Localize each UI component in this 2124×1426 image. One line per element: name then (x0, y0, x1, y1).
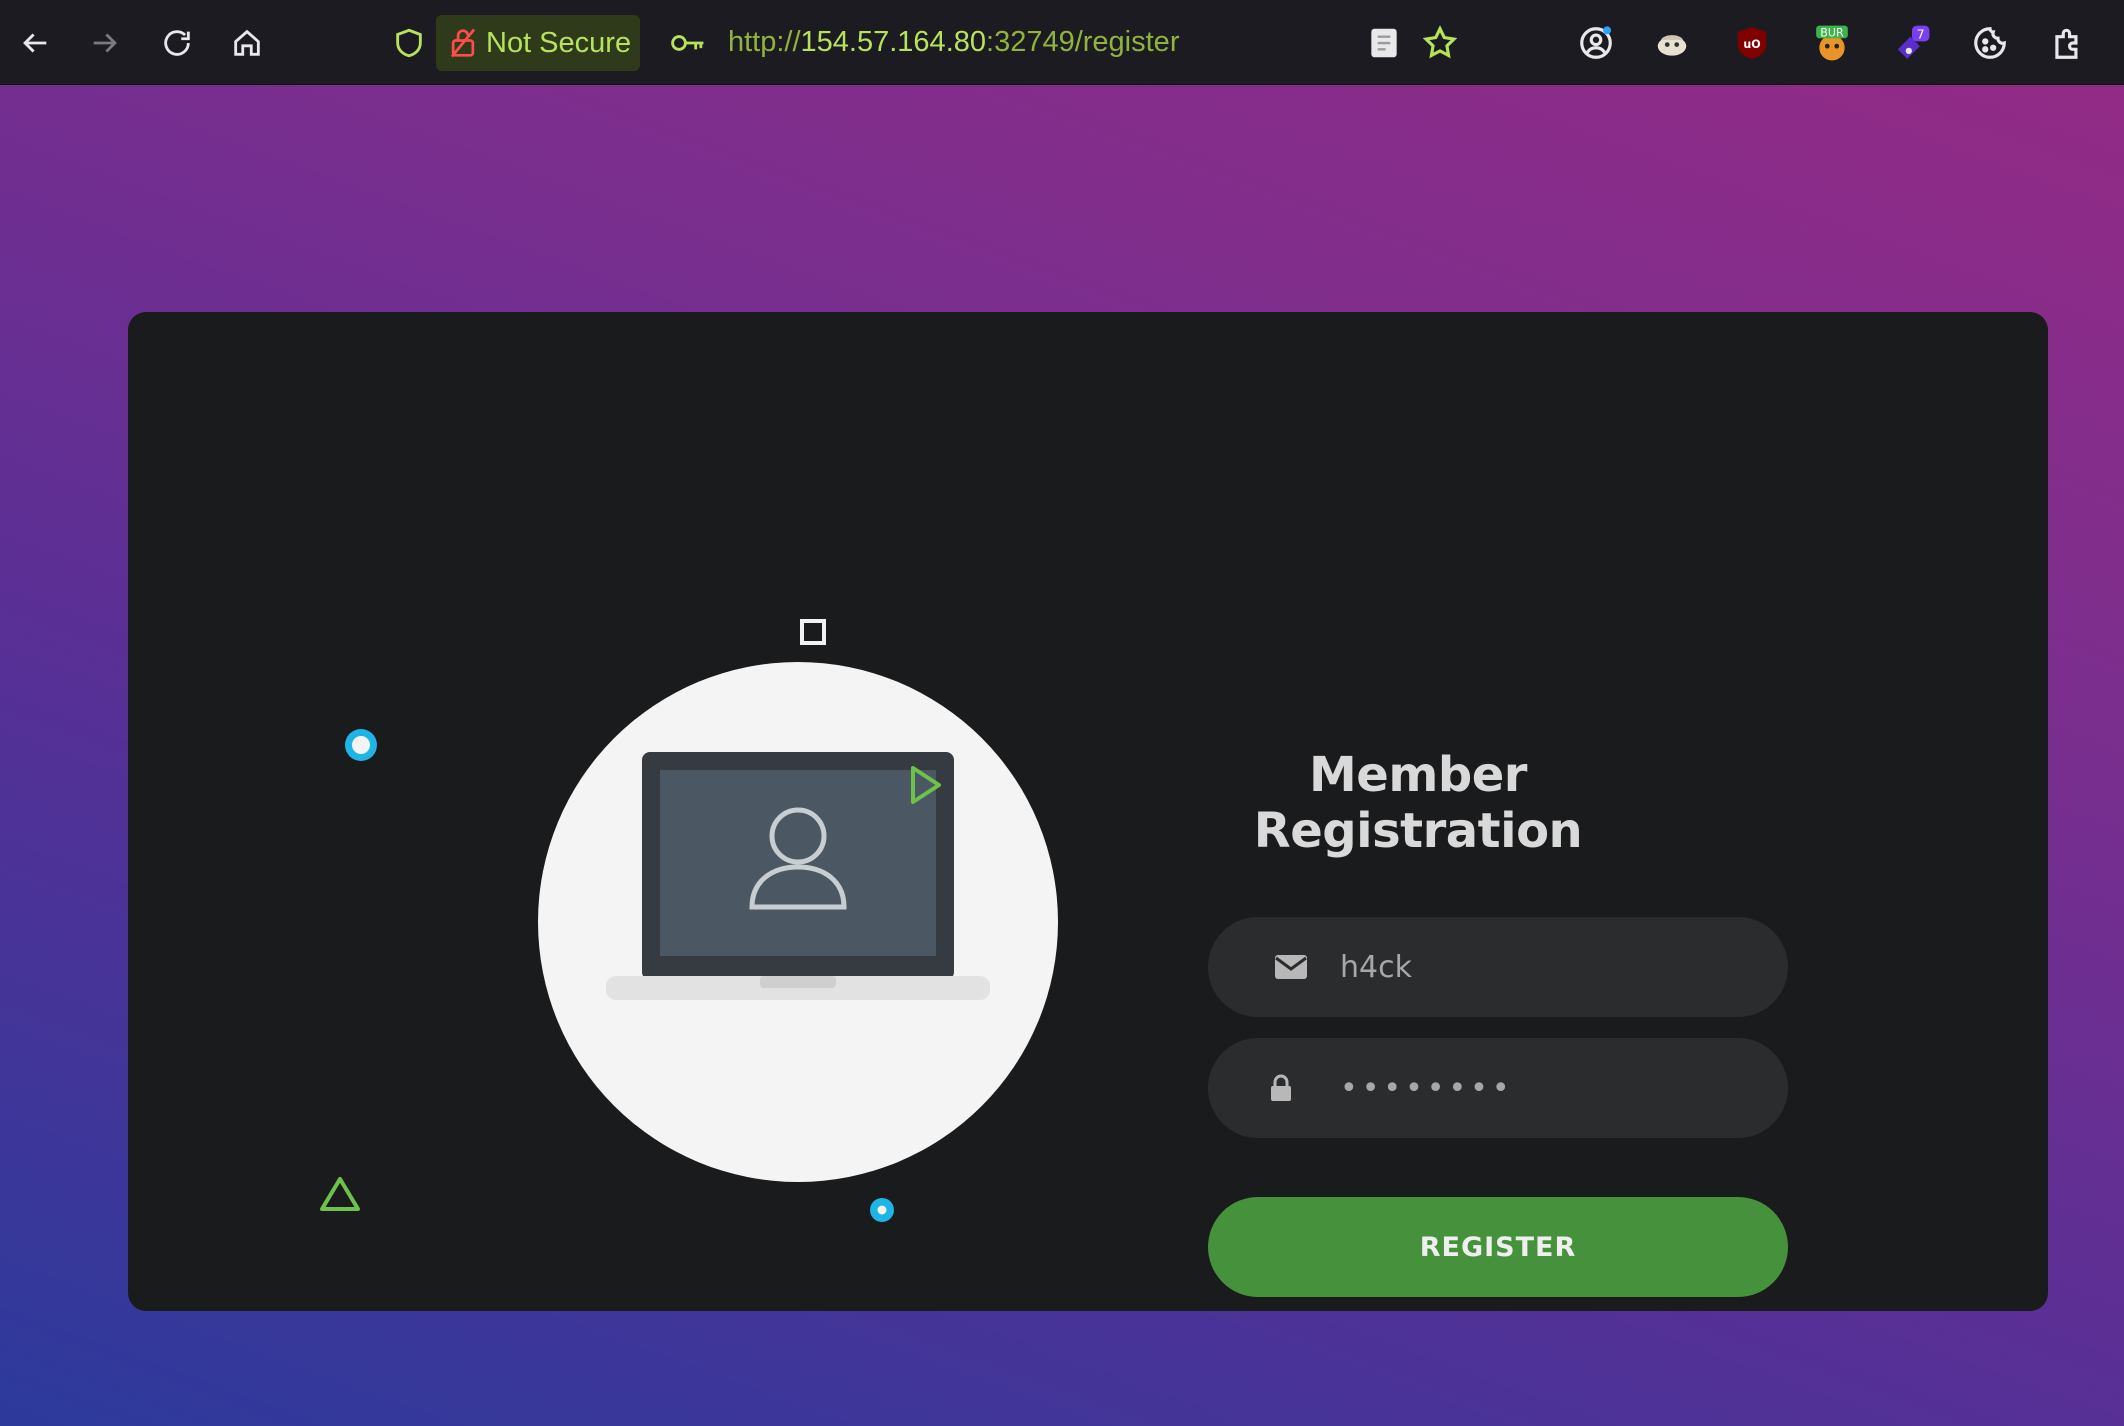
triangle-deco-icon (320, 1177, 360, 1211)
key-icon[interactable] (670, 26, 706, 60)
burp-extension-icon: BUR (1816, 25, 1848, 61)
reload-icon (164, 30, 190, 56)
form-title: Member Registration (1253, 747, 1583, 859)
security-label: Not Secure (486, 26, 632, 59)
url-host: 154.57.164.80 (800, 26, 987, 58)
square-deco-icon (800, 619, 826, 645)
burp-badge-text: BUR (1820, 27, 1844, 40)
home-button[interactable] (222, 18, 272, 68)
ublock-icon: uO (1737, 27, 1767, 59)
bookmark-button[interactable] (1416, 18, 1464, 68)
badge-extension-icon: 7 (1897, 25, 1930, 59)
tracking-shield-icon[interactable] (392, 26, 426, 60)
back-arrow-icon (23, 33, 47, 53)
reader-mode-icon (1371, 28, 1397, 58)
home-icon (234, 29, 260, 56)
cookie-icon (1974, 27, 2006, 59)
burp-extension-button[interactable]: BUR (1808, 18, 1856, 68)
svg-text:uO: uO (1743, 38, 1760, 51)
forward-button[interactable] (80, 18, 130, 68)
reader-mode-button[interactable] (1360, 18, 1408, 68)
star-icon (1422, 25, 1458, 59)
account-icon (1580, 26, 1612, 59)
cookie-extension-button[interactable] (1966, 18, 2014, 68)
mascot-extension-button[interactable] (1648, 18, 1696, 68)
registration-card: Member Registration REGISTER (128, 312, 2048, 1311)
register-button[interactable]: REGISTER (1208, 1197, 1788, 1297)
envelope-icon (1275, 955, 1307, 979)
url-text[interactable]: http://154.57.164.80:32749/register (728, 26, 1179, 59)
extensions-button[interactable] (2044, 18, 2092, 68)
url-scheme: http:// (728, 26, 801, 58)
url-path: :32749/register (986, 26, 1180, 58)
reload-button[interactable] (152, 18, 202, 68)
browser-toolbar: Not Secure http://154.57.164.80:32749/re… (0, 0, 2124, 85)
forward-arrow-icon (93, 33, 117, 53)
badge-count: 7 (1917, 26, 1925, 41)
ublock-button[interactable]: uO (1728, 18, 1776, 68)
play-triangle-icon (911, 766, 941, 804)
address-bar[interactable]: Not Secure http://154.57.164.80:32749/re… (380, 14, 1340, 72)
security-indicator[interactable]: Not Secure (436, 15, 640, 71)
account-button[interactable] (1572, 18, 1620, 68)
password-field[interactable] (1208, 1038, 1788, 1138)
cyan-ring-icon (345, 729, 377, 761)
lock-icon (1271, 1074, 1291, 1101)
illustration (288, 619, 1058, 1262)
mascot-extension-icon (1657, 35, 1687, 56)
back-button[interactable] (10, 18, 60, 68)
broken-lock-icon (450, 28, 476, 58)
cyan-dot-icon (870, 1198, 894, 1222)
page-background: Member Registration REGISTER (0, 85, 2124, 1426)
badge-extension-button[interactable]: 7 (1888, 18, 1936, 68)
username-input[interactable] (1340, 917, 1760, 1017)
extensions-icon (2055, 28, 2078, 59)
username-field[interactable] (1208, 917, 1788, 1017)
password-input[interactable] (1340, 1038, 1760, 1138)
